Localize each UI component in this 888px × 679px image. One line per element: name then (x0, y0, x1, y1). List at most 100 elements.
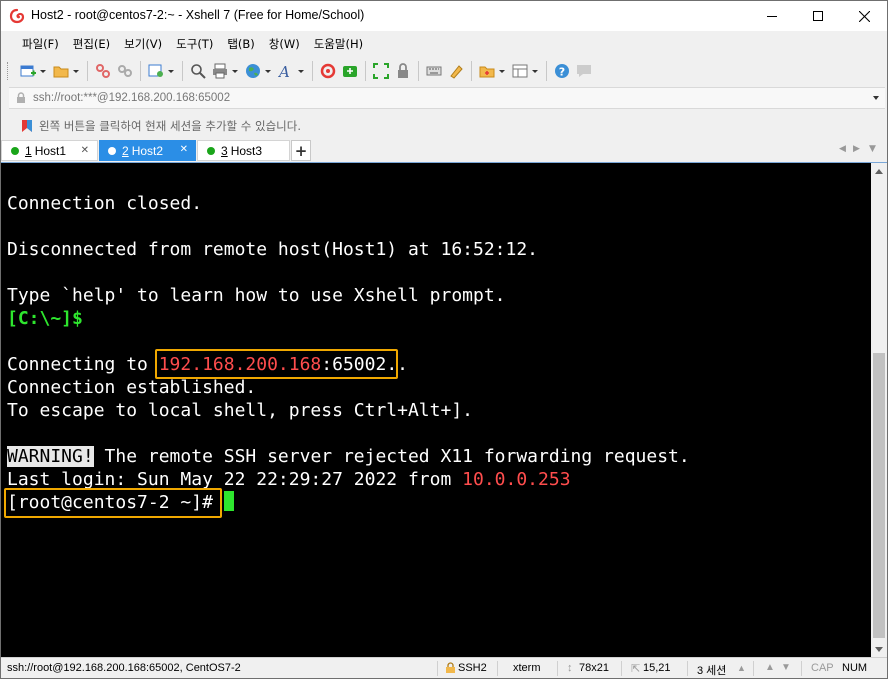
close-button[interactable] (841, 1, 887, 31)
menu-tools[interactable]: 도구(T) (169, 36, 220, 52)
highlight-icon (450, 65, 463, 79)
layout-dropdown[interactable] (532, 69, 538, 73)
menu-help[interactable]: 도움말(H) (307, 36, 370, 52)
maximize-icon (813, 11, 823, 21)
terminal-line: WARNING! The remote SSH server rejected … (7, 445, 690, 468)
sessions-dropdown-icon[interactable]: ▲ (737, 663, 746, 673)
address-input[interactable]: ssh://root:***@192.168.200.168:65002 (33, 92, 230, 104)
bookmark-icon[interactable] (21, 119, 33, 133)
tab-prev-icon[interactable]: ◀ (839, 144, 846, 154)
tab-close-icon[interactable]: ✕ (81, 145, 89, 156)
tab-host2[interactable]: 2 Host2 ✕ (99, 140, 196, 161)
quick-command-hint: 왼쪽 버튼을 클릭하여 현재 세션을 추가할 수 있습니다. (39, 119, 302, 133)
print-dropdown[interactable] (232, 69, 238, 73)
open-dropdown[interactable] (73, 69, 79, 73)
last-login-prefix: Last login: Sun May 22 22:29:27 2022 fro… (7, 469, 463, 490)
menu-edit[interactable]: 편집(E) (66, 36, 117, 52)
tab-next-icon[interactable]: ▶ (853, 144, 860, 154)
tab-host3[interactable]: 3 Host3 (197, 140, 290, 161)
scroll-down-arrow-icon[interactable]: ▼ (781, 662, 791, 673)
help-button[interactable]: ? (553, 62, 571, 80)
menu-tab[interactable]: 탭(B) (220, 36, 261, 52)
font-button[interactable]: A (277, 62, 295, 80)
maximize-button[interactable] (795, 1, 841, 31)
new-session-icon (20, 65, 36, 77)
find-icon (191, 64, 206, 79)
session-tab-bar: 1 Host1 ✕ 2 Host2 ✕ 3 Host3 + ◀ ▶ ▼ (1, 139, 887, 163)
address-bar[interactable]: ssh://root:***@192.168.200.168:65002 (9, 87, 885, 109)
tab-host1[interactable]: 1 Host1 ✕ (1, 140, 98, 161)
print-button[interactable] (211, 62, 229, 80)
transfer-button[interactable] (478, 62, 496, 80)
lock-icon (446, 662, 455, 673)
terminal-area[interactable]: Connection closed. Disconnected from rem… (1, 163, 871, 657)
highlight-box-prompt (4, 488, 222, 518)
address-dropdown-icon[interactable] (873, 96, 879, 100)
chat-button[interactable] (575, 62, 593, 80)
toolbar-separator (471, 61, 472, 81)
menu-file[interactable]: 파일(F) (15, 36, 66, 52)
font-dropdown[interactable] (298, 69, 304, 73)
status-separator (437, 661, 438, 676)
xftp-icon (343, 66, 357, 77)
status-separator (557, 661, 558, 676)
find-button[interactable] (189, 62, 207, 80)
xshell-app-icon (9, 8, 25, 24)
cursor-position-icon: ⇱ (631, 663, 641, 675)
scroll-up-arrow-icon[interactable]: ▲ (765, 662, 775, 673)
xshell-icon (320, 63, 336, 79)
layout-icon (512, 64, 528, 78)
properties-button[interactable] (147, 62, 165, 80)
transfer-dropdown[interactable] (499, 69, 505, 73)
quick-command-bar: 왼쪽 버튼을 클릭하여 현재 세션을 추가할 수 있습니다. (9, 115, 885, 137)
scrollbar-thumb[interactable] (873, 353, 885, 638)
connected-status-icon (108, 146, 116, 155)
tab-menu-icon[interactable]: ▼ (869, 144, 876, 154)
tab-label: Host3 (230, 143, 263, 158)
scroll-down-icon[interactable] (871, 641, 887, 657)
menu-view[interactable]: 보기(V) (117, 36, 169, 52)
toolbar-separator (365, 61, 366, 81)
xshell-button[interactable] (319, 62, 337, 80)
resize-icon: ↕ (567, 662, 573, 674)
svg-text:A: A (278, 63, 290, 79)
open-button[interactable] (52, 62, 70, 80)
properties-dropdown[interactable] (168, 69, 174, 73)
disconnect-button[interactable] (94, 62, 112, 80)
status-caps-lock: CAP (811, 662, 834, 674)
reconnect-button[interactable] (116, 62, 134, 80)
toolbar-separator (140, 61, 141, 81)
window-title: Host2 - root@centos7-2:~ - Xshell 7 (Fre… (31, 8, 365, 22)
layout-button[interactable] (511, 62, 529, 80)
toolbar-separator (312, 61, 313, 81)
fullscreen-icon (373, 63, 389, 79)
print-icon (213, 63, 227, 79)
keyboard-button[interactable] (425, 62, 443, 80)
globe-dropdown[interactable] (265, 69, 271, 73)
toolbar-separator (182, 61, 183, 81)
vertical-scrollbar[interactable] (871, 163, 887, 657)
add-tab-button[interactable]: + (291, 140, 311, 161)
chat-icon (577, 65, 591, 77)
toolbar-grip (7, 62, 11, 80)
status-separator (753, 661, 754, 676)
xftp-button[interactable] (341, 62, 359, 80)
tab-close-icon[interactable]: ✕ (180, 144, 188, 155)
status-num-lock: NUM (842, 662, 868, 674)
connected-status-icon (11, 146, 19, 155)
menu-window[interactable]: 창(W) (262, 36, 307, 52)
terminal-line: Type `help' to learn how to use Xshell p… (7, 285, 506, 306)
lock-icon (398, 63, 408, 78)
new-session-dropdown[interactable] (40, 69, 46, 73)
status-separator (621, 661, 622, 676)
new-session-button[interactable] (19, 62, 37, 80)
minimize-button[interactable] (749, 1, 795, 31)
fullscreen-button[interactable] (372, 62, 390, 80)
lock-icon (17, 92, 25, 103)
highlight-button[interactable] (447, 62, 465, 80)
globe-button[interactable] (244, 62, 262, 80)
lock-button[interactable] (394, 62, 412, 80)
scroll-up-icon[interactable] (871, 163, 887, 179)
globe-icon (246, 64, 260, 78)
status-cursor-position: 15,21 (643, 662, 671, 674)
